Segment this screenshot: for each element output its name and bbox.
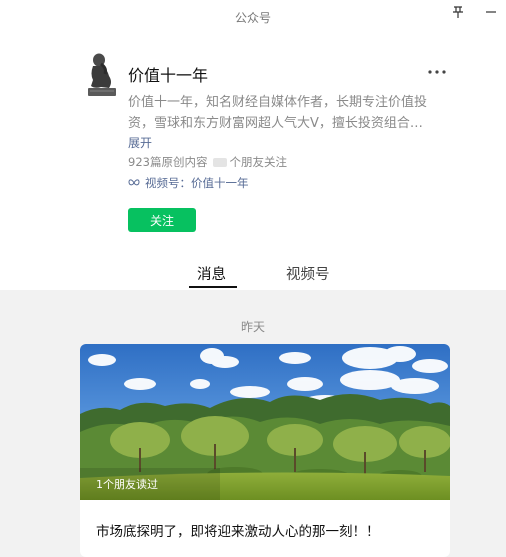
thinker-statue-icon <box>88 53 116 96</box>
account-name: 价值十一年 <box>128 66 209 85</box>
tab-video-channel[interactable]: 视频号 <box>286 263 330 284</box>
more-options-button[interactable] <box>426 64 448 78</box>
blurred-count <box>213 158 228 167</box>
minimize-button[interactable] <box>482 3 500 21</box>
article-card[interactable]: 1个朋友读过 市场底探明了，即将迎来激动人心的那一刻！！ <box>80 344 450 557</box>
avatar[interactable] <box>85 52 119 98</box>
active-tab-indicator <box>189 286 237 288</box>
expand-link[interactable]: 展开 <box>128 134 152 151</box>
tab-messages[interactable]: 消息 <box>197 263 226 284</box>
account-profile: 价值十一年 价值十一年，知名财经自媒体作者，长期专注价值投资，雪球和东方财富网超… <box>0 34 506 254</box>
date-separator: 昨天 <box>240 320 265 334</box>
pin-button[interactable] <box>449 3 467 21</box>
channel-label: 视频号：价值十一年 <box>145 176 249 190</box>
read-by-friends: 1个朋友读过 <box>96 478 158 491</box>
article-title[interactable]: 市场底探明了，即将迎来激动人心的那一刻！！ <box>96 520 380 540</box>
pin-icon <box>453 6 463 18</box>
friends-follow: 个朋友关注 <box>229 155 287 169</box>
articles-count: 923篇原创内容 <box>128 155 208 169</box>
window-title: 公众号 <box>234 11 271 25</box>
channel-butterfly-icon <box>128 179 140 186</box>
account-description: 价值十一年，知名财经自媒体作者，长期专注价值投资，雪球和东方财富网超人气大V，擅… <box>128 95 428 131</box>
minimize-icon <box>486 11 496 13</box>
message-feed: 昨天 1个朋友读过 市场底探明了，即将迎来激动人心的那一刻！！ <box>0 290 506 557</box>
title-bar: 公众号 <box>0 0 506 34</box>
more-dots-icon <box>428 70 446 74</box>
video-channel-link[interactable]: 视频号：价值十一年 <box>128 175 249 191</box>
account-stats: 923篇原创内容 个朋友关注 <box>128 154 287 170</box>
tab-bar: 消息 视频号 <box>0 254 506 290</box>
follow-button[interactable]: 关注 <box>128 208 196 232</box>
